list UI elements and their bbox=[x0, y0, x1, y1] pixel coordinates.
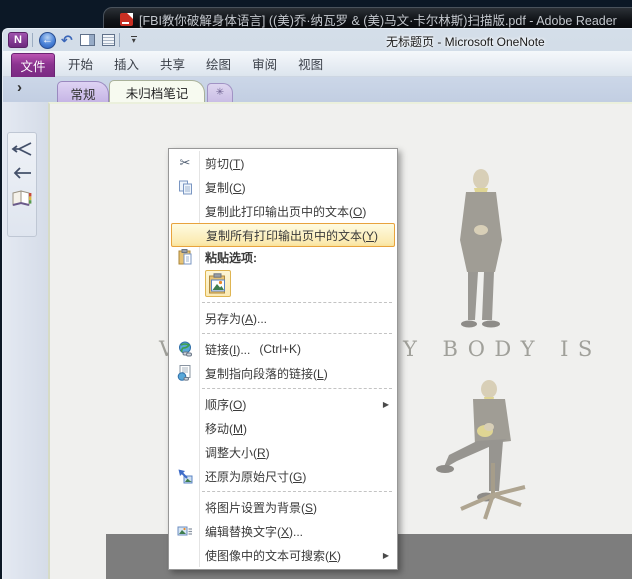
paste-picture-button[interactable] bbox=[205, 270, 231, 297]
menu-item-save-as[interactable]: 另存为(A)... bbox=[169, 306, 397, 330]
menu-item-make-text-searchable[interactable]: 使图像中的文本可搜索(K) ▶ bbox=[169, 543, 397, 567]
menu-shortcut: (Ctrl+K) bbox=[259, 342, 301, 356]
menu-item-copy[interactable]: 复制(C) bbox=[169, 175, 397, 199]
menu-item-order[interactable]: 顺序(O) ▶ bbox=[169, 392, 397, 416]
menu-row-paste-options bbox=[169, 267, 397, 299]
standing-man-photo bbox=[444, 168, 518, 336]
tab-review[interactable]: 审阅 bbox=[251, 54, 278, 73]
paragraph-link-icon bbox=[172, 365, 198, 381]
section-tab-unfiled-notes[interactable]: 未归档笔记 bbox=[109, 80, 205, 102]
expand-navbar-arrow[interactable]: › bbox=[17, 79, 22, 96]
quick-access-toolbar: N ← ↶ ▾ 无标题页 - Microsoft OneNote bbox=[3, 29, 632, 51]
adobe-window-title: [FBI教你破解身体语言] ((美)乔·纳瓦罗 & (美)马文·卡尔林斯)扫描版… bbox=[139, 10, 617, 29]
tab-insert[interactable]: 插入 bbox=[113, 54, 140, 73]
submenu-arrow-icon: ▶ bbox=[383, 551, 389, 560]
menu-item-restore-original-size[interactable]: 还原为原始尺寸(G) bbox=[169, 464, 397, 488]
new-section-button[interactable]: ✳ bbox=[207, 83, 233, 102]
menu-separator bbox=[169, 299, 397, 306]
adobe-reader-titlebar[interactable]: [FBI教你破解身体语言] ((美)乔·纳瓦罗 & (美)马文·卡尔林斯)扫描版… bbox=[103, 7, 632, 30]
notebook-nav-box bbox=[7, 132, 37, 237]
copy-icon bbox=[172, 180, 198, 195]
tab-draw[interactable]: 绘图 bbox=[205, 54, 232, 73]
menu-item-link[interactable]: 链接(I)... (Ctrl+K) bbox=[169, 337, 397, 361]
menu-item-cut[interactable]: ✂ 剪切(T) bbox=[169, 151, 397, 175]
tab-file[interactable]: 文件 bbox=[11, 53, 55, 77]
notebook-icon[interactable] bbox=[11, 189, 33, 208]
menu-item-set-picture-as-background[interactable]: 将图片设置为背景(S) bbox=[169, 495, 397, 519]
customize-toolbar-button[interactable]: ▾ bbox=[131, 36, 137, 44]
restore-size-icon bbox=[172, 468, 198, 484]
split-arrow-icon[interactable] bbox=[11, 141, 33, 157]
menu-item-copy-text-all-pages[interactable]: 复制所有打印输出页中的文本(Y) bbox=[171, 223, 395, 247]
sitting-man-photo bbox=[433, 379, 537, 529]
toolbar-separator bbox=[32, 33, 33, 47]
menu-item-edit-alt-text[interactable]: 编辑替换文字(X)... bbox=[169, 519, 397, 543]
ribbon-tab-bar: 文件 开始 插入 共享 绘图 审阅 视图 bbox=[3, 51, 632, 77]
section-tab-bar: › 常规 未归档笔记 ✳ bbox=[3, 77, 632, 102]
onenote-app-icon[interactable]: N bbox=[8, 32, 28, 48]
full-page-view-button[interactable] bbox=[102, 34, 115, 46]
tab-view[interactable]: 视图 bbox=[297, 54, 324, 73]
tab-home[interactable]: 开始 bbox=[67, 54, 94, 73]
link-globe-icon bbox=[172, 341, 198, 357]
menu-item-move[interactable]: 移动(M) bbox=[169, 416, 397, 440]
menu-item-resize[interactable]: 调整大小(R) bbox=[169, 440, 397, 464]
dock-to-desktop-button[interactable] bbox=[80, 34, 95, 46]
cover-text-fragment-right: Y BODY IS bbox=[403, 337, 602, 361]
menu-label-paste-options: 粘贴选项: bbox=[169, 247, 397, 267]
menu-item-copy-link-to-paragraph[interactable]: 复制指向段落的链接(L) bbox=[169, 361, 397, 385]
section-tab-general[interactable]: 常规 bbox=[57, 81, 109, 102]
scissors-icon: ✂ bbox=[172, 155, 198, 171]
alt-text-icon bbox=[172, 524, 198, 538]
menu-separator bbox=[169, 330, 397, 337]
paste-icon bbox=[172, 249, 198, 265]
menu-separator bbox=[169, 385, 397, 392]
paste-picture-icon bbox=[208, 273, 228, 294]
left-arrow-icon[interactable] bbox=[11, 165, 33, 181]
back-button[interactable]: ← bbox=[39, 32, 56, 49]
context-menu: ✂ 剪切(T) 复制(C) 复制此打印输出页中的文本(O) 复制所有打印输出页中… bbox=[168, 148, 398, 570]
submenu-arrow-icon: ▶ bbox=[383, 400, 389, 409]
chevron-down-icon: ▾ bbox=[132, 38, 136, 44]
toolbar-separator bbox=[119, 33, 120, 47]
window-title: 无标题页 - Microsoft OneNote bbox=[386, 33, 545, 50]
menu-separator bbox=[169, 488, 397, 495]
pdf-file-icon bbox=[120, 13, 133, 26]
tab-share[interactable]: 共享 bbox=[159, 54, 186, 73]
menu-item-copy-text-this-page[interactable]: 复制此打印输出页中的文本(O) bbox=[169, 199, 397, 223]
undo-button[interactable]: ↶ bbox=[61, 32, 73, 49]
screen: [FBI教你破解身体语言] ((美)乔·纳瓦罗 & (美)马文·卡尔林斯)扫描版… bbox=[0, 0, 632, 579]
navigation-strip bbox=[3, 102, 48, 579]
